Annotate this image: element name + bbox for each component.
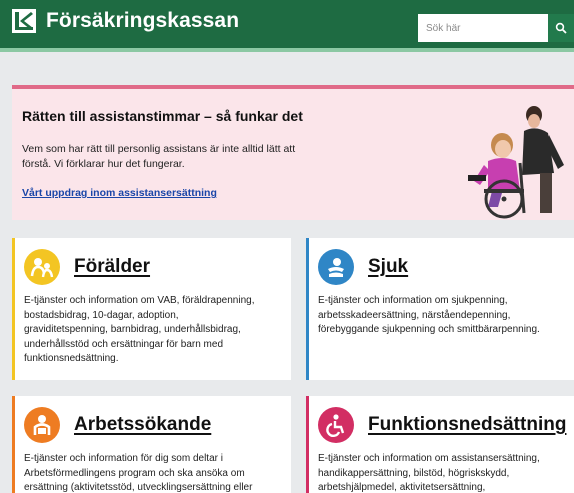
- card-title-link[interactable]: Förälder: [74, 256, 150, 278]
- card-header: Förälder: [24, 249, 150, 285]
- wheelchair-icon: [318, 407, 354, 443]
- card-header: Funktionsnedsättning: [318, 407, 566, 443]
- logo-icon: [12, 9, 36, 33]
- card-title-link[interactable]: Sjuk: [368, 256, 408, 278]
- job-seeker-icon: [24, 407, 60, 443]
- hero-title: Rätten till assistanstimmar – så funkar …: [22, 108, 303, 124]
- card-title-link[interactable]: Arbetssökande: [74, 414, 211, 436]
- card-text-line: E-tjänster och information för dig som d…: [24, 453, 223, 464]
- search-icon: [555, 22, 567, 34]
- hero-text: Vem som har rätt till personlig assistan…: [22, 143, 296, 170]
- card-text-line: graviditetspenning, barnbidrag, underhål…: [24, 324, 241, 335]
- card-description: E-tjänster och information för dig som d…: [24, 452, 252, 493]
- card-arbetssokande[interactable]: Arbetssökande E-tjänster och information…: [12, 396, 291, 493]
- card-sjuk[interactable]: Sjuk E-tjänster och information om sjukp…: [306, 238, 574, 380]
- card-text-line: arbetsskadeersättning, närståendepenning…: [318, 309, 511, 321]
- card-text-line: ersättning (aktivitetsstöd, utvecklingse…: [24, 482, 253, 493]
- card-foralder[interactable]: Förälder E-tjänster och information om V…: [12, 238, 291, 380]
- card-text-line: bostadsbidrag, 10-dagar, adoption,: [24, 309, 179, 321]
- card-text-line: arbetshjälpmedel, aktivitetsersättning,: [318, 482, 486, 493]
- card-text-line: E-tjänster och information om VAB, föräl…: [24, 295, 255, 306]
- card-text-line: handikappersättning, bilstöd, högrisksky…: [318, 467, 510, 479]
- card-accent: [12, 396, 15, 493]
- search-box: [418, 14, 574, 42]
- card-header: Sjuk: [318, 249, 408, 285]
- hero-link[interactable]: Vårt uppdrag inom assistansersättning: [22, 187, 217, 199]
- hero-banner: Rätten till assistanstimmar – så funkar …: [12, 85, 574, 220]
- card-title-link[interactable]: Funktionsnedsättning: [368, 414, 566, 436]
- card-accent: [306, 396, 309, 493]
- card-text-line: E-tjänster och information om sjukpennin…: [318, 295, 508, 306]
- card-description: E-tjänster och information om VAB, föräl…: [24, 294, 255, 367]
- card-text-line: underhållsstöd och ersättningar för barn…: [24, 338, 224, 350]
- search-input[interactable]: [418, 14, 548, 42]
- search-button[interactable]: [548, 14, 574, 42]
- brand-name: Försäkringskassan: [46, 9, 240, 32]
- site-header: Försäkringskassan: [0, 0, 574, 52]
- card-description: E-tjänster och information om sjukpennin…: [318, 294, 540, 338]
- assistance-illustration: [468, 106, 564, 219]
- card-funktionsnedsattning[interactable]: Funktionsnedsättning E-tjänster och info…: [306, 396, 574, 493]
- site-logo[interactable]: Försäkringskassan: [12, 9, 239, 33]
- parent-child-icon: [24, 249, 60, 285]
- card-text-line: funktionsnedsättning.: [24, 353, 119, 364]
- card-text-line: Arbetsförmedlingens program och ska ansö…: [24, 467, 245, 479]
- card-text-line: förebyggande sjukpenning och smittbärarp…: [318, 324, 540, 335]
- card-header: Arbetssökande: [24, 407, 211, 443]
- card-accent: [12, 238, 15, 380]
- card-description: E-tjänster och information om assistanse…: [318, 452, 540, 493]
- card-accent: [306, 238, 309, 380]
- card-text-line: E-tjänster och information om assistanse…: [318, 453, 540, 464]
- sick-person-icon: [318, 249, 354, 285]
